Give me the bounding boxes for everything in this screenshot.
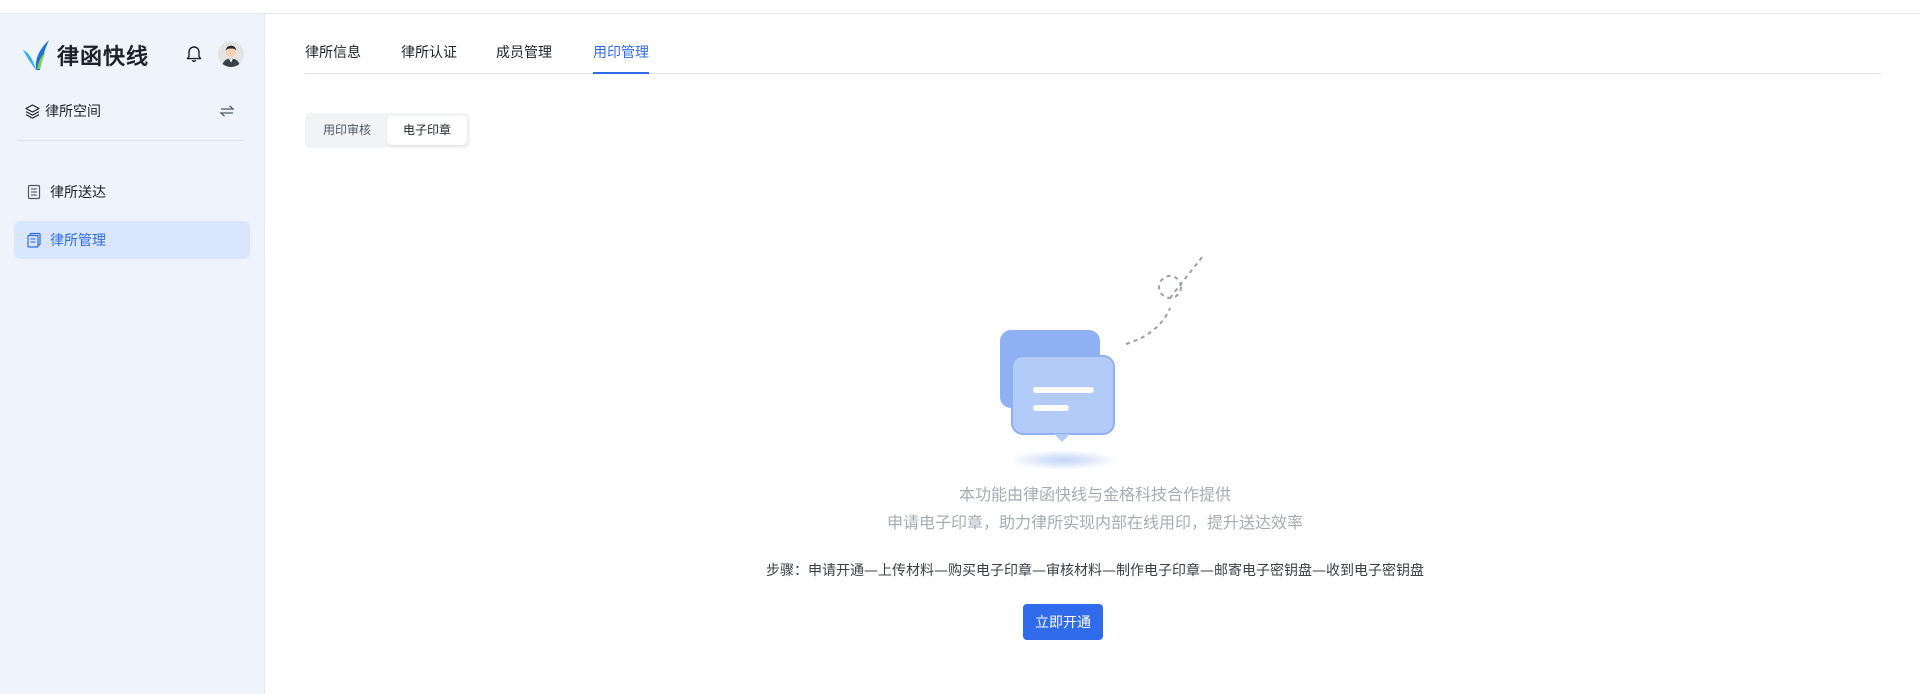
- tab-bar: 律所信息 律所认证 成员管理 用印管理: [305, 42, 1881, 74]
- sidebar-item-label: 律所管理: [50, 233, 106, 249]
- tab-firm-info[interactable]: 律所信息: [305, 42, 361, 73]
- layers-icon: [25, 103, 40, 119]
- sidebar-item-firm-management[interactable]: 律所管理: [14, 221, 250, 259]
- top-bar: [0, 0, 1920, 14]
- tab-member-management[interactable]: 成员管理: [496, 42, 552, 73]
- chat-bubbles-illustration: [1000, 255, 1204, 470]
- sidebar-item-delivery[interactable]: 律所送达: [14, 173, 250, 211]
- bell-icon[interactable]: [184, 44, 204, 64]
- workspace-label: 律所空间: [45, 104, 101, 120]
- swap-icon[interactable]: [218, 102, 236, 120]
- leaf-logo-icon: [23, 40, 49, 70]
- sidebar-item-label: 律所送达: [50, 185, 106, 201]
- application-steps: 步骤：申请开通—上传材料—购买电子印章—审核材料—制作电子印章—邮寄电子密钥盘—…: [766, 563, 1424, 579]
- empty-state-description: 申请电子印章，助力律所实现内部在线用印，提升送达效率: [886, 513, 1303, 532]
- segmented-control: 用印审核 电子印章: [305, 113, 470, 148]
- document-icon: [27, 184, 41, 200]
- activate-button[interactable]: 立即开通: [1023, 604, 1103, 640]
- brand-name: 律函快线: [57, 45, 150, 70]
- empty-state-title: 本功能由律函快线与金格科技合作提供: [958, 485, 1231, 504]
- tab-seal-management[interactable]: 用印管理: [593, 42, 649, 74]
- segment-seal-review[interactable]: 用印审核: [308, 116, 386, 145]
- avatar[interactable]: [218, 41, 244, 67]
- sidebar-divider: [18, 140, 244, 141]
- brand[interactable]: 律函快线: [20, 36, 149, 74]
- manage-doc-icon: [27, 232, 41, 248]
- workspace-selector[interactable]: 律所空间: [24, 96, 246, 126]
- sidebar: 律函快线 律所空间 律所送达 律所管理: [0, 14, 265, 694]
- segment-electronic-seal[interactable]: 电子印章: [387, 116, 467, 145]
- tab-firm-certification[interactable]: 律所认证: [401, 42, 457, 73]
